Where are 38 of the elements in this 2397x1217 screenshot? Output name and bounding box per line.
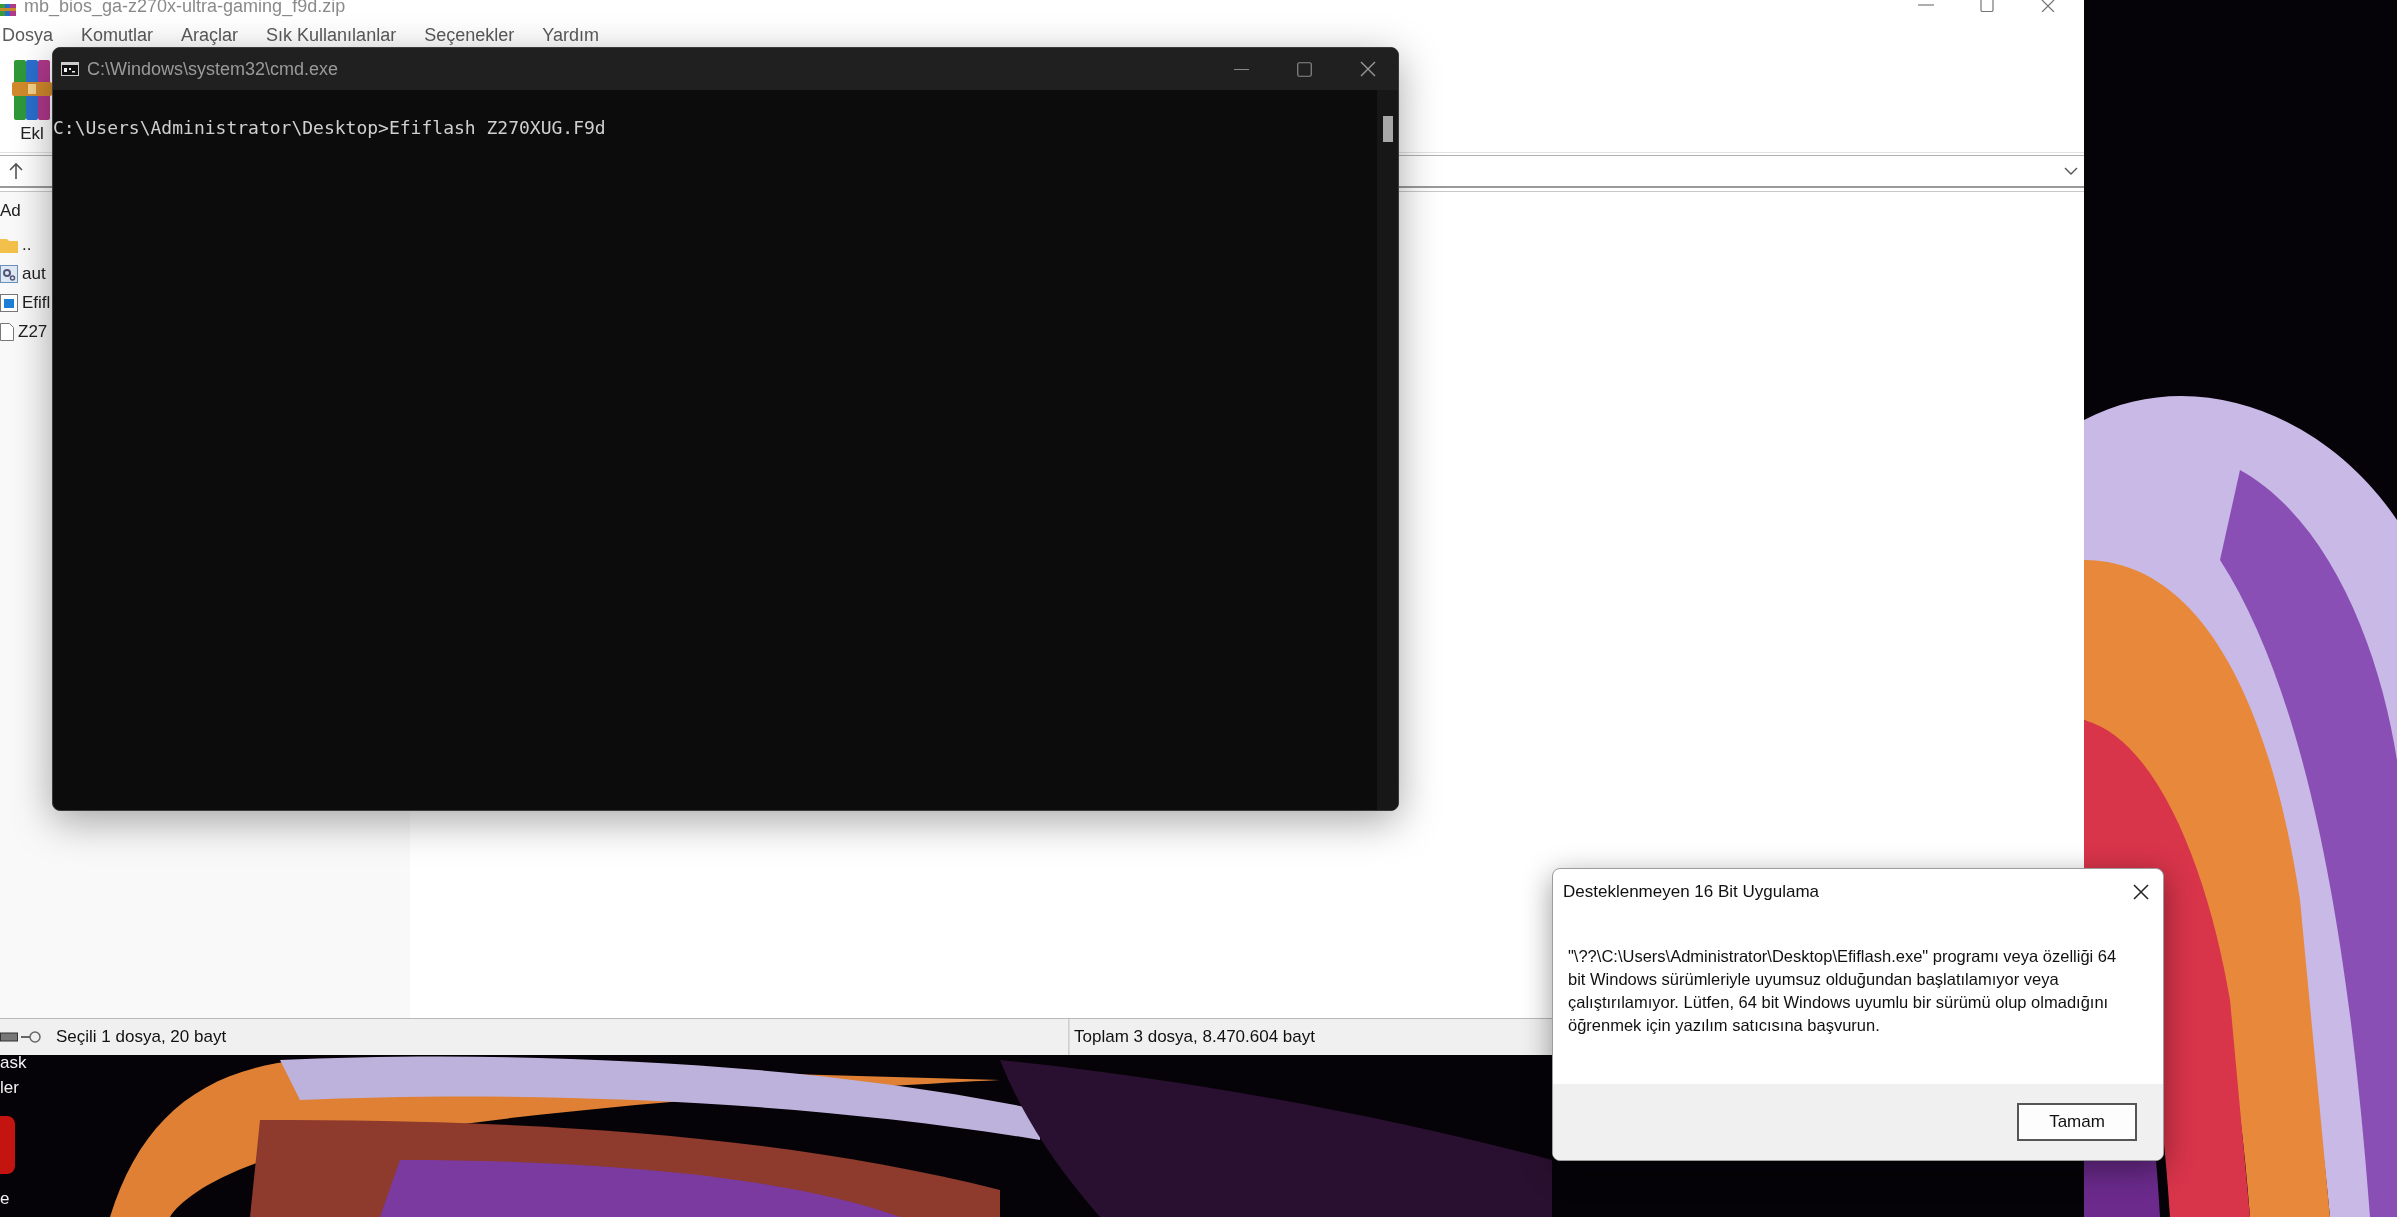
file-row[interactable]: ..	[0, 230, 32, 259]
console-icon	[61, 62, 79, 76]
desktop-icon-label[interactable]: e	[0, 1188, 10, 1209]
caret-icon	[2064, 166, 2078, 176]
maximize-icon[interactable]	[1297, 61, 1312, 77]
menu-item[interactable]: Araçlar	[179, 24, 251, 46]
menu-item[interactable]: Yardım	[540, 24, 611, 46]
column-header[interactable]: Ad	[0, 200, 21, 222]
desktop-icon-label[interactable]: ler	[0, 1077, 19, 1098]
dialog-message: "\??\C:\Users\Administrator\Desktop\Efiflash.exe" programı veya özelliği 64 bit Windows sürümleriyle uyumsuz olduğundan başlatılamıyor veya çalıştırılamıyor. Lütfen, 64 bit Windows uyumlu bir sürümü olup olmadığını öğrenmek için yazılım satıcısına başvurun.	[1568, 946, 2118, 1036]
status-text: Toplam 3 dosya, 8.470.604 bayt	[1074, 1027, 1315, 1047]
status-text: Seçili 1 dosya, 20 bayt	[55, 1027, 227, 1047]
archive-app-icon	[0, 4, 16, 16]
maximize-icon[interactable]	[1980, 0, 1994, 12]
menu-item[interactable]: Seçenekler	[422, 24, 527, 46]
close-icon[interactable]	[2133, 884, 2149, 900]
file-row[interactable]: Efifl	[0, 288, 51, 317]
dialog-title: Desteklenmeyen 16 Bit Uygulama	[1563, 882, 1820, 902]
desktop-icon-label[interactable]: ask	[0, 1052, 27, 1073]
console-line: C:\Users\Administrator\Desktop>Efiflash Z270XUG.F9d	[53, 116, 606, 140]
books-icon	[12, 60, 52, 120]
up-arrow-icon[interactable]	[8, 162, 24, 180]
app-tile-icon[interactable]	[0, 1116, 15, 1174]
drive-icon	[0, 1032, 18, 1042]
menu-item[interactable]: Dosya	[0, 24, 66, 46]
menu-item[interactable]: Sık Kullanılanlar	[264, 24, 409, 46]
toolbar-button[interactable]: Ekl	[12, 60, 52, 152]
ok-button[interactable]: Tamam	[2017, 1103, 2137, 1141]
close-icon[interactable]	[1360, 61, 1376, 77]
folder-icon	[0, 236, 18, 253]
minimize-icon[interactable]	[1234, 67, 1249, 71]
window-title: C:\Windows\system32\cmd.exe	[87, 58, 339, 80]
key-icon	[21, 1030, 41, 1044]
menu-item[interactable]: Komutlar	[79, 24, 166, 46]
gear-icon	[0, 264, 18, 283]
file-row[interactable]: Z27	[0, 317, 48, 346]
scrollbar-thumb[interactable]	[1382, 116, 1393, 142]
file-row[interactable]: aut	[0, 259, 46, 288]
